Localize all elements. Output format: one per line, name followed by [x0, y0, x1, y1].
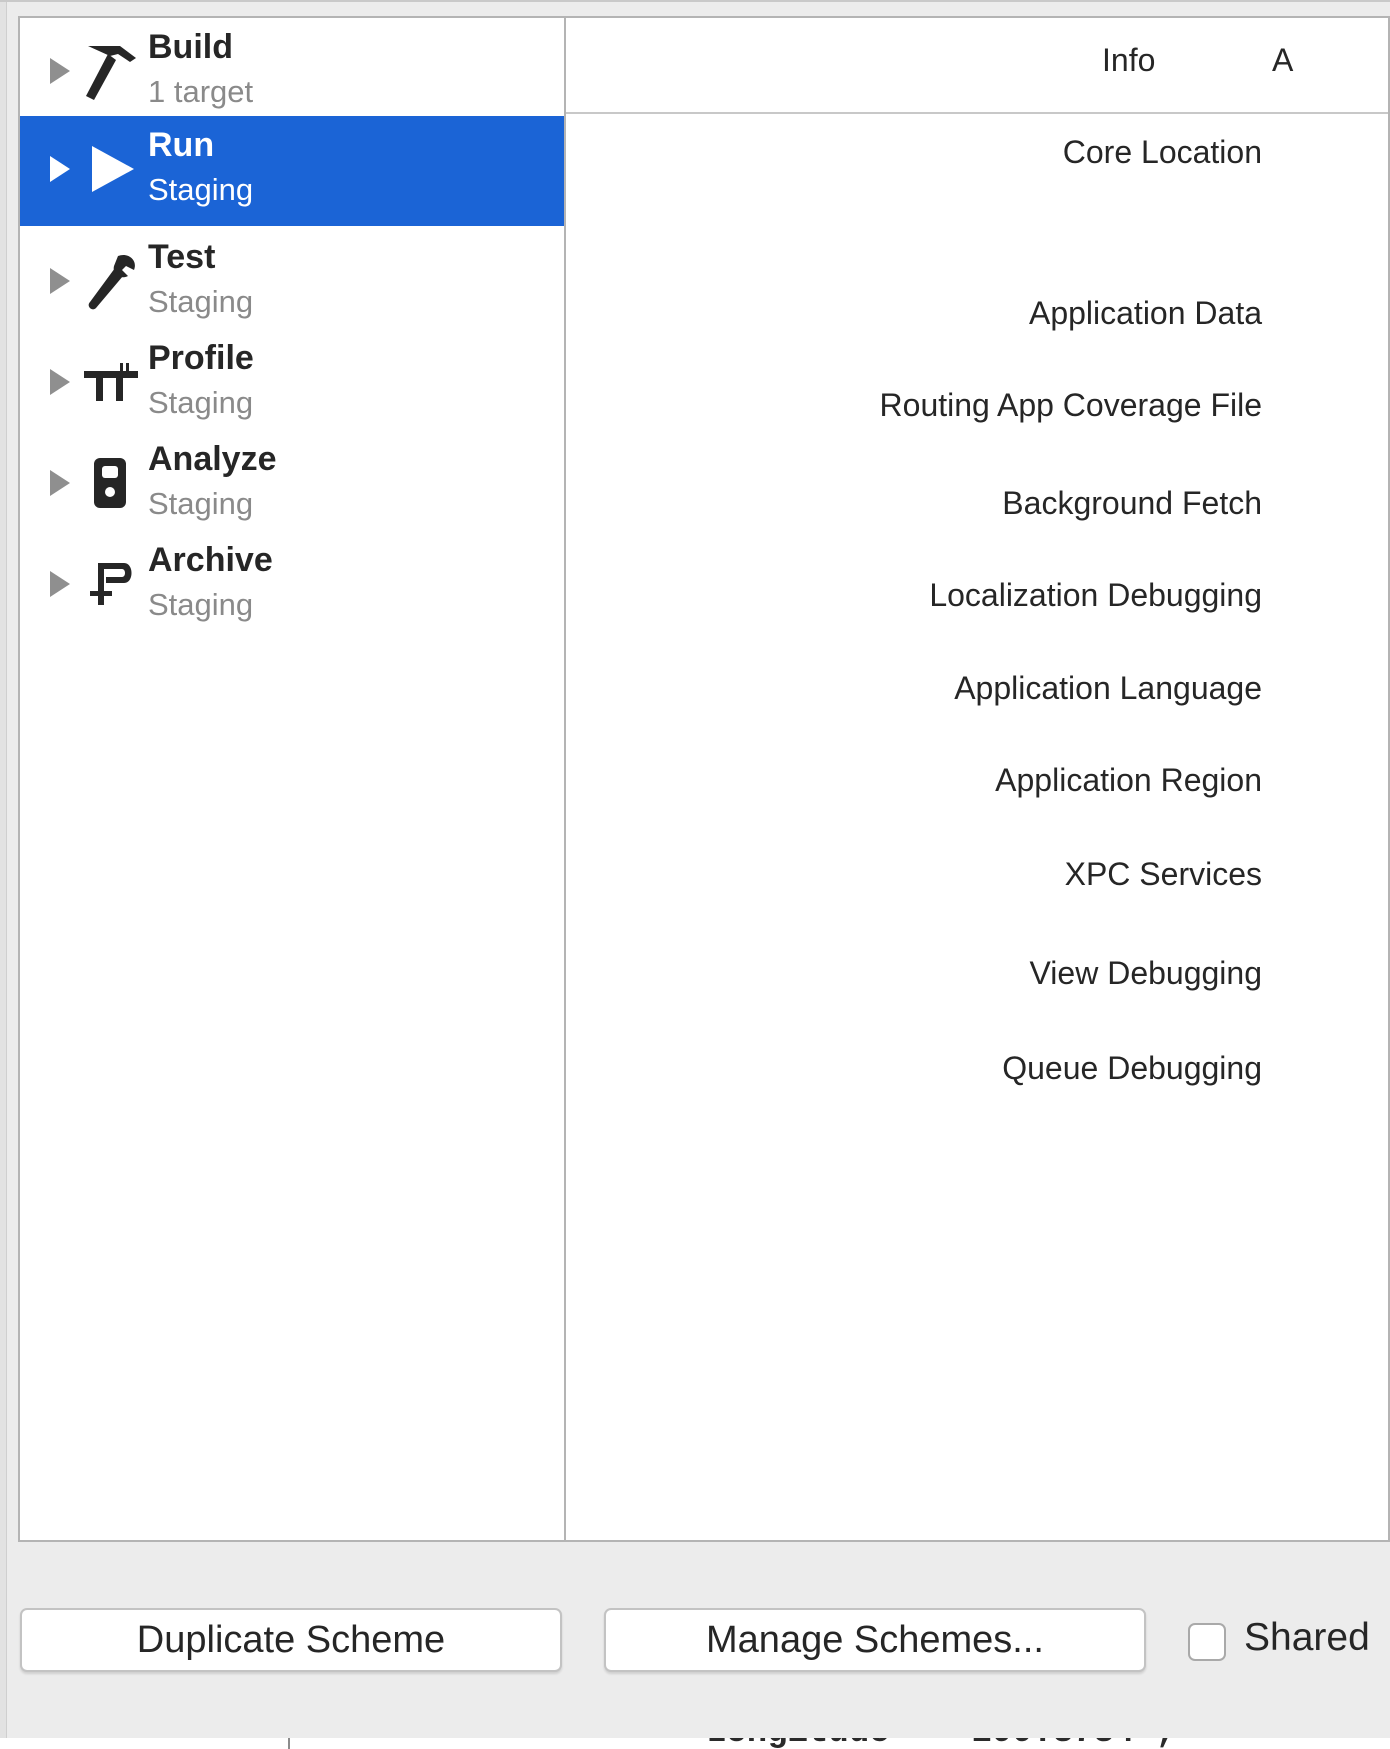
- play-icon: [84, 138, 140, 200]
- caliper-icon: [84, 351, 140, 413]
- application-region-label: Application Region: [995, 762, 1262, 798]
- background-editor-strip: Longitude = -100.3734 ;: [0, 1738, 1390, 1749]
- tab-info[interactable]: Info: [1102, 42, 1155, 79]
- disclosure-triangle-icon[interactable]: [50, 268, 70, 294]
- action-subtitle: 1 target: [148, 74, 254, 109]
- action-title: Analyze: [148, 440, 277, 478]
- view-debugging-label: View Debugging: [1029, 955, 1262, 991]
- background-code-text: Longitude = -100.3734 ;: [706, 1738, 1175, 1749]
- action-subtitle: Staging: [148, 587, 254, 622]
- action-title: Run: [148, 126, 215, 164]
- action-subtitle: Staging: [148, 172, 254, 207]
- action-title: Build: [148, 28, 233, 66]
- tab-bar: Info A: [566, 18, 1388, 114]
- action-title: Test: [148, 238, 216, 276]
- sidebar-item-run[interactable]: Run Staging: [20, 116, 564, 226]
- action-subtitle: Staging: [148, 284, 254, 319]
- disclosure-triangle-icon[interactable]: [50, 369, 70, 395]
- manage-schemes-button[interactable]: Manage Schemes...: [604, 1608, 1146, 1672]
- sidebar-item-test[interactable]: Test Staging: [20, 228, 564, 338]
- tab-arguments[interactable]: A: [1272, 42, 1293, 79]
- scheme-actions-sidebar: Build 1 target Run Staging Test Staging …: [20, 18, 566, 1540]
- action-subtitle: Staging: [148, 385, 254, 420]
- routing-app-coverage-label: Routing App Coverage File: [879, 387, 1262, 423]
- action-title: Archive: [148, 541, 273, 579]
- core-location-label: Core Location: [1062, 134, 1262, 170]
- queue-debugging-label: Queue Debugging: [1002, 1050, 1262, 1086]
- sidebar-item-analyze[interactable]: Analyze Staging: [20, 430, 564, 540]
- disclosure-triangle-icon[interactable]: [50, 156, 70, 182]
- application-language-label: Application Language: [954, 670, 1262, 706]
- disclosure-triangle-icon[interactable]: [50, 470, 70, 496]
- localization-debugging-label: Localization Debugging: [929, 577, 1262, 613]
- sidebar-item-archive[interactable]: Archive Staging: [20, 531, 564, 641]
- wrench-icon: [84, 250, 140, 312]
- hammer-icon: [84, 40, 140, 102]
- action-subtitle: Staging: [148, 486, 254, 521]
- background-fetch-label: Background Fetch: [1002, 485, 1262, 521]
- application-data-label: Application Data: [1028, 295, 1262, 331]
- disclosure-triangle-icon[interactable]: [50, 58, 70, 84]
- sidebar-item-profile[interactable]: Profile Staging: [20, 329, 564, 439]
- scheme-editor-sheet: Build 1 target Run Staging Test Staging …: [0, 0, 1390, 1740]
- background-divider: [288, 1738, 290, 1749]
- duplicate-scheme-button[interactable]: Duplicate Scheme: [20, 1608, 562, 1672]
- scheme-editor-frame: Build 1 target Run Staging Test Staging …: [18, 16, 1390, 1542]
- xpc-services-label: XPC Services: [1064, 856, 1262, 892]
- run-options-pane: Info A Core Location Application Data Ro…: [566, 18, 1388, 1540]
- disclosure-triangle-icon[interactable]: [50, 571, 70, 597]
- shared-checkbox[interactable]: [1188, 1623, 1226, 1661]
- action-title: Profile: [148, 339, 254, 377]
- window-edge: [0, 2, 7, 1740]
- shared-label: Shared: [1244, 1616, 1370, 1659]
- analyze-icon: [84, 452, 140, 514]
- sidebar-item-build[interactable]: Build 1 target: [20, 18, 564, 128]
- archive-icon: [84, 553, 140, 615]
